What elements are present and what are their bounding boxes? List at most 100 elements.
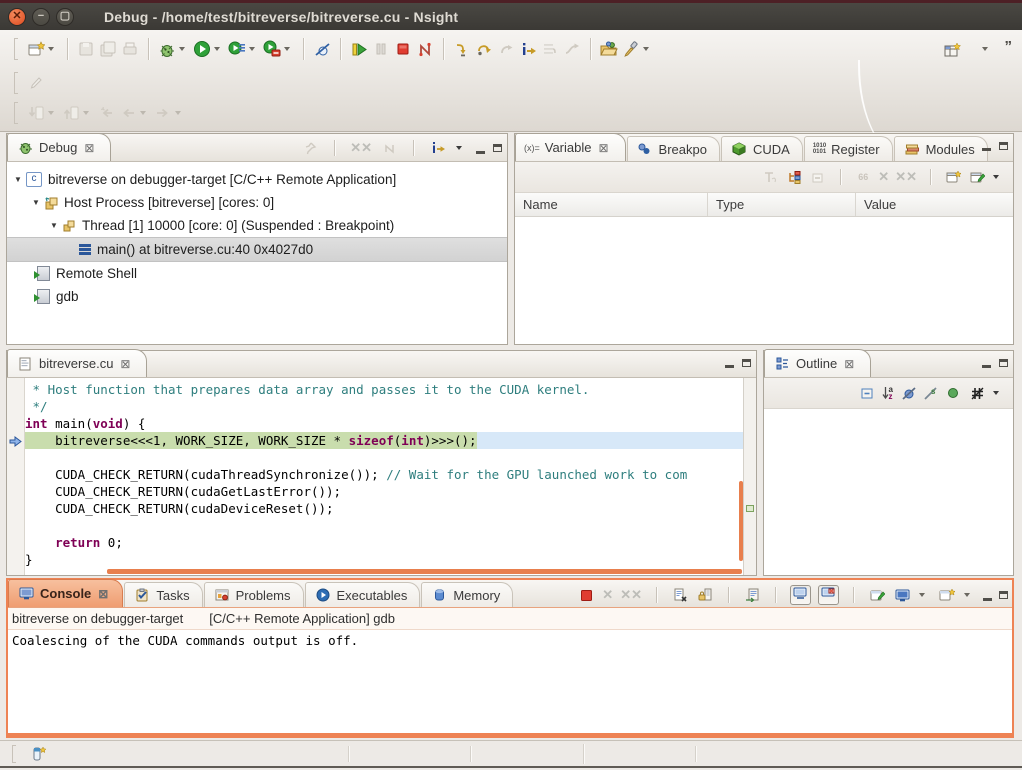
editor-overview-ruler[interactable]	[743, 378, 756, 575]
instruction-stepping-button[interactable]	[517, 39, 539, 59]
toolbar-overflow-indicator[interactable]: ”	[1005, 38, 1013, 55]
run-menu-chevron[interactable]	[214, 47, 220, 51]
minimize-view-icon[interactable]	[476, 143, 485, 154]
fast-view-icon[interactable]	[29, 746, 47, 762]
show-logical-structure-icon[interactable]	[785, 169, 803, 185]
open-console-icon[interactable]	[938, 587, 956, 603]
profile-menu-chevron[interactable]	[249, 47, 255, 51]
close-icon[interactable]: ⊠	[844, 357, 854, 371]
resume-button[interactable]	[348, 39, 370, 59]
editor-horizontal-scrollbar[interactable]	[107, 569, 742, 574]
view-menu-chevron[interactable]	[993, 175, 999, 179]
scroll-lock-icon[interactable]	[696, 587, 714, 603]
close-icon[interactable]: ⊠	[598, 141, 608, 155]
tab-console[interactable]: Console ⊠	[8, 579, 123, 607]
maximize-window-button[interactable]: ▢	[56, 8, 74, 26]
display-selected-console-icon[interactable]	[893, 587, 911, 603]
run-coverage-button[interactable]	[261, 39, 283, 59]
maximize-view-icon[interactable]	[742, 359, 751, 367]
step-over-button[interactable]	[473, 39, 495, 59]
column-value[interactable]: Value	[856, 193, 1013, 216]
open-console-menu-chevron[interactable]	[964, 593, 970, 597]
collapse-all-icon[interactable]	[858, 385, 876, 401]
tab-debug[interactable]: Debug ⊠	[7, 133, 111, 161]
cuda-icon	[730, 141, 748, 157]
run-button[interactable]	[191, 39, 213, 59]
terminate-console-icon[interactable]	[577, 587, 595, 603]
maximize-view-icon[interactable]	[999, 591, 1008, 599]
minimize-view-icon[interactable]	[725, 357, 734, 368]
pin-console-toggle[interactable]	[790, 585, 811, 605]
clear-console-icon[interactable]	[671, 587, 689, 603]
code-editor[interactable]: * Host function that prepares data array…	[7, 378, 756, 575]
tab-executables[interactable]: Executables	[305, 582, 421, 607]
expander-icon[interactable]: ▼	[13, 175, 23, 184]
tab-variables[interactable]: (x)= Variable ⊠	[515, 133, 626, 161]
skip-all-breakpoints-button[interactable]	[311, 39, 333, 59]
console-output[interactable]: Coalescing of the CUDA commands output i…	[8, 630, 1012, 651]
minimize-view-icon[interactable]	[983, 590, 992, 601]
terminate-button[interactable]	[392, 39, 414, 59]
step-into-button[interactable]	[451, 39, 473, 59]
tree-row-stack-frame[interactable]: main() at bitreverse.cu:40 0x4027d0	[7, 237, 507, 262]
tab-breakpoints[interactable]: Breakpo	[627, 136, 720, 161]
tree-row-thread[interactable]: ▼ Thread [1] 10000 [core: 0] (Suspended …	[7, 214, 507, 237]
new-view-icon[interactable]	[944, 169, 962, 185]
hide-non-public-members-icon[interactable]	[944, 385, 962, 401]
view-menu-chevron[interactable]	[993, 391, 999, 395]
tree-row-gdb[interactable]: gdb	[7, 285, 507, 308]
tab-cuda[interactable]: CUDA	[721, 136, 803, 161]
current-line-marker[interactable]	[746, 505, 754, 512]
tab-outline[interactable]: Outline ⊠	[764, 349, 871, 377]
new-wizard-menu-chevron[interactable]	[48, 47, 54, 51]
tab-modules[interactable]: Modules	[894, 136, 988, 161]
close-icon[interactable]: ⊠	[84, 141, 94, 155]
expander-icon[interactable]: ▼	[49, 221, 59, 230]
new-wizard-button[interactable]	[25, 39, 47, 59]
column-name[interactable]: Name	[515, 193, 708, 216]
minimize-window-button[interactable]: −	[32, 8, 50, 26]
tab-memory[interactable]: Memory	[421, 582, 513, 607]
console-display-menu-chevron[interactable]	[919, 593, 925, 597]
instruction-stepping-mode-icon[interactable]	[429, 140, 447, 156]
edit-watch-icon[interactable]	[968, 169, 986, 185]
tree-row-process[interactable]: ▼ Host Process [bitreverse] [cores: 0]	[7, 191, 507, 214]
tab-problems[interactable]: Problems	[204, 582, 304, 607]
view-menu-chevron[interactable]	[456, 146, 462, 150]
hide-inactive-elements-icon[interactable]	[968, 385, 986, 401]
tab-tasks[interactable]: Tasks	[124, 582, 202, 607]
tab-registers[interactable]: 10100101 Register	[804, 136, 893, 161]
maximize-view-icon[interactable]	[999, 142, 1008, 150]
close-window-button[interactable]: ✕	[8, 8, 26, 26]
open-perspective-button[interactable]	[942, 40, 964, 60]
column-type[interactable]: Type	[708, 193, 856, 216]
tree-row-remote-shell[interactable]: Remote Shell	[7, 262, 507, 285]
tree-row-launch[interactable]: ▼ c bitreverse on debugger-target [C/C++…	[7, 168, 507, 191]
expander-icon[interactable]: ▼	[31, 198, 41, 207]
run-coverage-menu-chevron[interactable]	[284, 47, 290, 51]
disconnect-button[interactable]	[414, 39, 436, 59]
close-icon[interactable]: ⊠	[120, 357, 130, 371]
open-task-button[interactable]	[598, 39, 620, 59]
edit-console-icon[interactable]	[868, 587, 886, 603]
close-icon[interactable]: ⊠	[98, 587, 108, 601]
profile-button[interactable]	[226, 39, 248, 59]
debug-menu-chevron[interactable]	[179, 47, 185, 51]
hide-static-members-icon[interactable]: s	[923, 385, 938, 401]
word-wrap-icon[interactable]	[743, 587, 761, 603]
perspective-menu-chevron[interactable]	[982, 47, 988, 51]
annotate-button[interactable]	[620, 39, 642, 59]
tab-editor-bitreverse[interactable]: bitreverse.cu ⊠	[7, 349, 147, 377]
hide-fields-icon[interactable]	[899, 385, 917, 401]
maximize-view-icon[interactable]	[493, 144, 502, 152]
editor-annotation-ruler[interactable]	[7, 378, 25, 575]
code-text[interactable]: * Host function that prepares data array…	[25, 378, 743, 575]
maximize-view-icon[interactable]	[999, 359, 1008, 367]
show-console-on-output-toggle[interactable]	[818, 585, 839, 605]
minimize-view-icon[interactable]	[982, 357, 991, 368]
debug-button[interactable]	[156, 39, 178, 59]
editor-vertical-scrollbar[interactable]	[739, 481, 743, 561]
minimize-view-icon[interactable]	[982, 140, 991, 151]
annotate-menu-chevron[interactable]	[643, 47, 649, 51]
sort-alphabetically-icon[interactable]: az	[882, 385, 893, 401]
